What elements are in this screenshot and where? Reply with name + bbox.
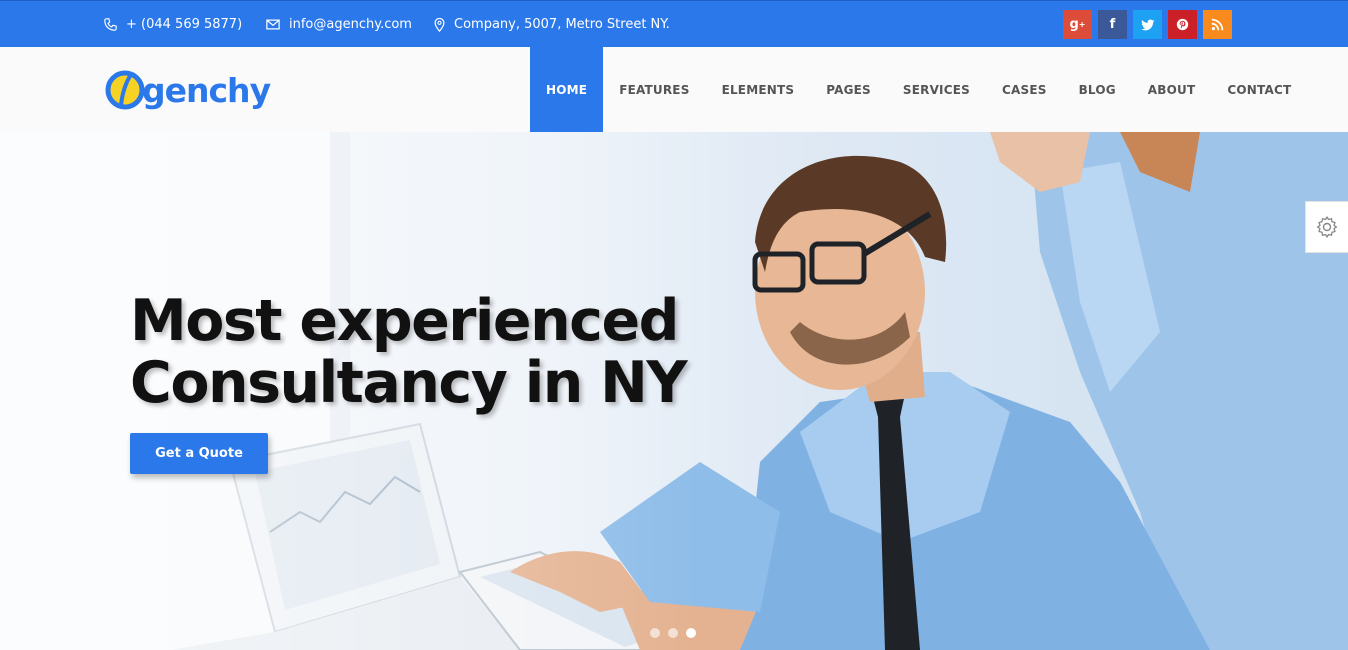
- phone-number: + (044 569 5877): [126, 17, 243, 32]
- logo-mark-icon: [105, 70, 145, 110]
- pinterest-icon[interactable]: [1168, 10, 1197, 39]
- nav-features[interactable]: FEATURES: [603, 47, 705, 132]
- nav-about[interactable]: ABOUT: [1132, 47, 1212, 132]
- envelope-icon: [266, 19, 280, 30]
- gear-icon: [1316, 216, 1338, 238]
- slider-pagination: [650, 628, 696, 638]
- facebook-icon[interactable]: f: [1098, 10, 1127, 39]
- headline-line-1: Most experienced: [130, 288, 679, 354]
- hero-slider: Most experienced Consultancy in NY Get a…: [0, 132, 1348, 650]
- hero-headline: Most experienced Consultancy in NY: [130, 288, 688, 416]
- logo[interactable]: genchy: [104, 69, 271, 111]
- nav-cases[interactable]: CASES: [986, 47, 1063, 132]
- get-a-quote-button[interactable]: Get a Quote: [130, 433, 268, 474]
- slider-dot-2[interactable]: [668, 628, 678, 638]
- nav-home[interactable]: HOME: [530, 47, 604, 132]
- main-nav: HOME FEATURES ELEMENTS PAGES SERVICES CA…: [530, 47, 1307, 132]
- email-address: info@agenchy.com: [289, 17, 412, 32]
- address-text: Company, 5007, Metro Street NY.: [454, 17, 670, 32]
- contact-address: Company, 5007, Metro Street NY.: [434, 1, 670, 48]
- rss-icon[interactable]: [1203, 10, 1232, 39]
- twitter-icon[interactable]: [1133, 10, 1162, 39]
- top-bar: + (044 569 5877) info@agenchy.com Compan…: [0, 0, 1348, 47]
- nav-contact[interactable]: CONTACT: [1211, 47, 1307, 132]
- slider-dot-3[interactable]: [686, 628, 696, 638]
- slider-dot-1[interactable]: [650, 628, 660, 638]
- contact-email[interactable]: info@agenchy.com: [266, 1, 412, 48]
- nav-pages[interactable]: PAGES: [810, 47, 887, 132]
- headline-line-2: Consultancy in NY: [130, 350, 688, 416]
- site-header: genchy HOME FEATURES ELEMENTS PAGES SERV…: [0, 47, 1348, 132]
- map-pin-icon: [434, 17, 445, 32]
- social-links: g + f: [1063, 10, 1232, 39]
- contact-phone[interactable]: + (044 569 5877): [104, 1, 242, 48]
- google-plus-icon[interactable]: g +: [1063, 10, 1092, 39]
- logo-text: genchy: [142, 70, 271, 110]
- phone-icon: [104, 18, 117, 31]
- nav-blog[interactable]: BLOG: [1063, 47, 1132, 132]
- settings-toggle[interactable]: [1305, 201, 1348, 253]
- nav-elements[interactable]: ELEMENTS: [706, 47, 811, 132]
- nav-services[interactable]: SERVICES: [887, 47, 986, 132]
